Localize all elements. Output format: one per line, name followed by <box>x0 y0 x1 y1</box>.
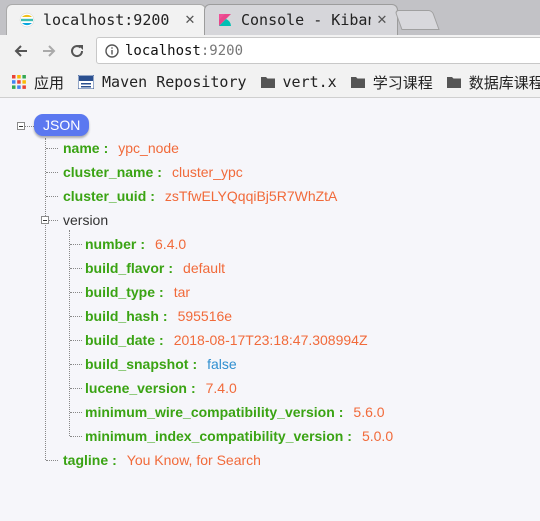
json-row-build-date: build_date:2018-08-17T23:18:47.308994Z <box>85 332 368 348</box>
tab-title: Console - Kibana <box>241 11 371 29</box>
json-value: ypc_node <box>118 140 179 156</box>
json-value: 595516e <box>177 308 233 324</box>
collapse-toggle-icon[interactable] <box>17 122 25 130</box>
json-row-min-index-compat: minimum_index_compatibility_version:5.0.… <box>85 428 394 444</box>
arrow-left-icon <box>14 45 27 57</box>
tab-title: localhost:9200 <box>43 11 170 29</box>
bookmark-maven[interactable]: Maven Repository <box>78 73 247 91</box>
json-key: minimum_index_compatibility_version <box>85 428 344 444</box>
bookmark-apps[interactable]: 应用 <box>12 72 64 93</box>
json-row-lucene-version: lucene_version:7.4.0 <box>85 380 237 396</box>
json-key: build_type <box>85 284 156 300</box>
bookmarks-bar: 应用 Maven Repository vert.x 学习课程 数据库课程 <box>0 67 540 98</box>
tab-kibana[interactable]: Console - Kibana ✕ <box>204 4 398 35</box>
json-row-build-snapshot: build_snapshot: false <box>85 356 237 372</box>
info-icon[interactable] <box>105 43 119 58</box>
tree-connector <box>70 388 82 389</box>
address-bar[interactable]: localhost:9200 <box>96 37 540 64</box>
tree-connector <box>69 230 70 436</box>
bookmark-label: 数据库课程 <box>468 74 540 92</box>
tree-connector <box>70 244 82 245</box>
tree-connector <box>70 268 82 269</box>
tab-strip: localhost:9200 ✕ Console - Kibana ✕ <box>0 0 540 35</box>
folder-icon <box>350 76 365 88</box>
close-icon[interactable]: ✕ <box>183 13 197 28</box>
collapse-toggle-icon[interactable] <box>41 216 49 224</box>
forward-button[interactable] <box>38 40 60 62</box>
tab-localhost[interactable]: localhost:9200 ✕ <box>6 4 206 35</box>
new-tab-button[interactable] <box>394 10 440 30</box>
json-row-tagline: tagline: You Know, for Search <box>63 452 261 468</box>
json-key: lucene_version <box>85 380 187 396</box>
json-row-build-type: build_type: tar <box>85 284 191 300</box>
tree-connector <box>25 126 34 127</box>
json-row-build-hash: build_hash:595516e <box>85 308 233 324</box>
tree-connector <box>70 316 82 317</box>
bookmark-label: 应用 <box>34 74 65 92</box>
json-value: default <box>183 260 226 276</box>
json-value: false <box>207 356 237 372</box>
bookmark-database-courses[interactable]: 数据库课程 <box>446 72 540 93</box>
tree-connector <box>46 172 58 173</box>
bookmark-study-courses[interactable]: 学习课程 <box>350 72 433 93</box>
json-row-name: name: ypc_node <box>63 140 179 156</box>
json-key: build_snapshot <box>85 356 189 372</box>
bookmark-label: 学习课程 <box>372 74 433 92</box>
json-row-version: version <box>63 210 108 230</box>
folder-icon <box>260 76 275 88</box>
browser-toolbar: localhost:9200 <box>0 35 540 67</box>
json-row-cluster-name: cluster_name: cluster_ypc <box>63 164 243 180</box>
url-port: :9200 <box>200 42 244 59</box>
json-value: 5.6.0 <box>353 404 385 420</box>
json-viewer: JSON name: ypc_node cluster_name: cluster_… <box>0 98 540 521</box>
tree-connector <box>46 148 58 149</box>
close-icon[interactable]: ✕ <box>375 13 389 28</box>
json-value: cluster_ypc <box>171 164 243 180</box>
json-value: 2018-08-17T23:18:47.308994Z <box>173 332 368 348</box>
json-value: You Know, for Search <box>126 452 261 468</box>
back-button[interactable] <box>10 40 32 62</box>
json-key: build_hash <box>85 308 159 324</box>
tree-connector <box>46 460 58 461</box>
tree-connector <box>46 196 58 197</box>
json-key: cluster_name <box>63 164 154 180</box>
elasticsearch-icon <box>19 12 35 28</box>
arrow-right-icon <box>43 45 56 57</box>
reload-icon <box>71 45 84 58</box>
apps-grid-icon <box>12 75 26 89</box>
json-key: minimum_wire_compatibility_version <box>85 404 335 420</box>
url-host: localhost <box>125 42 201 59</box>
json-key: cluster_uuid <box>63 188 147 204</box>
bookmark-label: Maven Repository <box>102 73 247 91</box>
json-key: version <box>63 212 109 228</box>
tree-connector <box>70 364 82 365</box>
mvn-icon <box>78 75 95 89</box>
bookmark-vertx[interactable]: vert.x <box>260 73 337 91</box>
json-key: build_date <box>85 332 156 348</box>
tree-connector <box>70 340 82 341</box>
json-key: build_flavor <box>85 260 165 276</box>
tree-connector <box>70 292 82 293</box>
json-value: 6.4.0 <box>155 236 187 252</box>
json-value: 7.4.0 <box>205 380 237 396</box>
json-value: zsTfwELYQqqiBj5R7WhZtA <box>164 188 338 204</box>
json-root-badge[interactable]: JSON <box>34 114 90 136</box>
json-key: name <box>63 140 100 156</box>
reload-button[interactable] <box>66 40 88 62</box>
tree-connector <box>45 138 46 460</box>
json-row-build-flavor: build_flavor: default <box>85 260 226 276</box>
json-row-number: number:6.4.0 <box>85 236 187 252</box>
tree-connector <box>70 412 82 413</box>
tree-connector <box>49 220 58 221</box>
json-key: number <box>85 236 137 252</box>
json-value: 5.0.0 <box>361 428 394 444</box>
kibana-icon <box>219 14 231 26</box>
folder-icon <box>446 76 461 88</box>
tree-connector <box>70 436 82 437</box>
bookmark-label: vert.x <box>282 73 337 91</box>
json-value: tar <box>173 284 191 300</box>
json-row-min-wire-compat: minimum_wire_compatibility_version:5.6.0 <box>85 404 385 420</box>
json-row-cluster-uuid: cluster_uuid: zsTfwELYQqqiBj5R7WhZtA <box>63 188 338 204</box>
json-key: tagline <box>63 452 109 468</box>
